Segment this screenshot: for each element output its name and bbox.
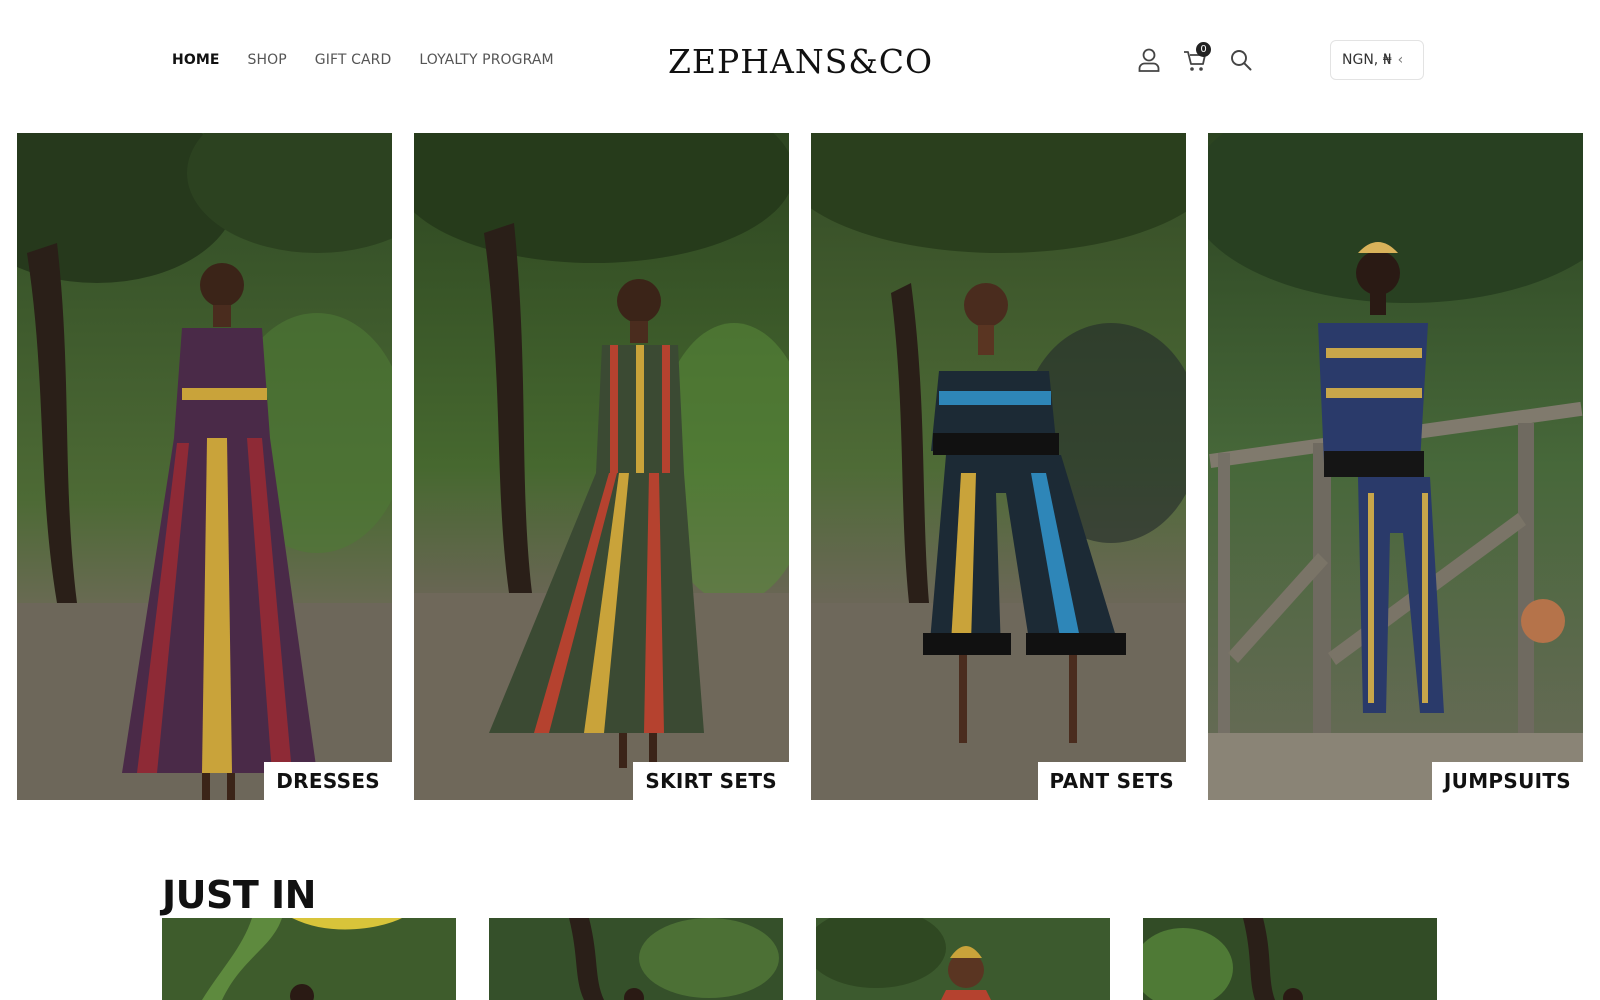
product-image (162, 918, 456, 1000)
category-image-dresses (17, 133, 392, 800)
currency-selector[interactable]: NGN, ₦ ‹ (1330, 40, 1424, 80)
nav-gift-card[interactable]: GIFT CARD (315, 52, 392, 68)
nav-shop[interactable]: SHOP (248, 52, 287, 68)
currency-value: NGN, ₦ (1342, 52, 1392, 68)
category-pant-sets[interactable]: PANT SETS (811, 133, 1186, 800)
chevron-icon: ‹ (1397, 52, 1404, 68)
category-label-skirt-sets: SKIRT SETS (633, 762, 789, 800)
account-button[interactable] (1136, 46, 1162, 74)
header-icons: 0 (1136, 42, 1254, 74)
site-logo[interactable]: ZEPHANS&CO (668, 42, 933, 81)
cart-button[interactable]: 0 (1182, 42, 1211, 74)
category-skirt-sets[interactable]: SKIRT SETS (414, 133, 789, 800)
site-header: HOME SHOP GIFT CARD LOYALTY PROGRAM ZEPH… (0, 0, 1600, 125)
product-image (489, 918, 783, 1000)
main-nav: HOME SHOP GIFT CARD LOYALTY PROGRAM (172, 52, 554, 68)
nav-loyalty-program[interactable]: LOYALTY PROGRAM (419, 52, 553, 68)
product-card[interactable] (489, 918, 783, 1000)
user-icon (1138, 48, 1160, 72)
category-label-dresses: DRESSES (264, 762, 392, 800)
category-jumpsuits[interactable]: JUMPSUITS (1208, 133, 1583, 800)
product-card[interactable] (162, 918, 456, 1000)
cart-count-badge: 0 (1196, 42, 1211, 57)
just-in-heading: JUST IN (162, 873, 316, 917)
category-image-skirt-sets (414, 133, 789, 800)
product-card[interactable] (1143, 918, 1437, 1000)
category-image-jumpsuits (1208, 133, 1583, 800)
category-image-pant-sets (811, 133, 1186, 800)
search-icon (1231, 50, 1252, 71)
category-label-jumpsuits: JUMPSUITS (1431, 762, 1583, 800)
category-dresses[interactable]: DRESSES (17, 133, 392, 800)
product-image (816, 918, 1110, 1000)
search-button[interactable] (1228, 46, 1254, 74)
product-card[interactable] (816, 918, 1110, 1000)
nav-home[interactable]: HOME (172, 52, 220, 68)
category-label-pant-sets: PANT SETS (1037, 762, 1186, 800)
product-image (1143, 918, 1437, 1000)
